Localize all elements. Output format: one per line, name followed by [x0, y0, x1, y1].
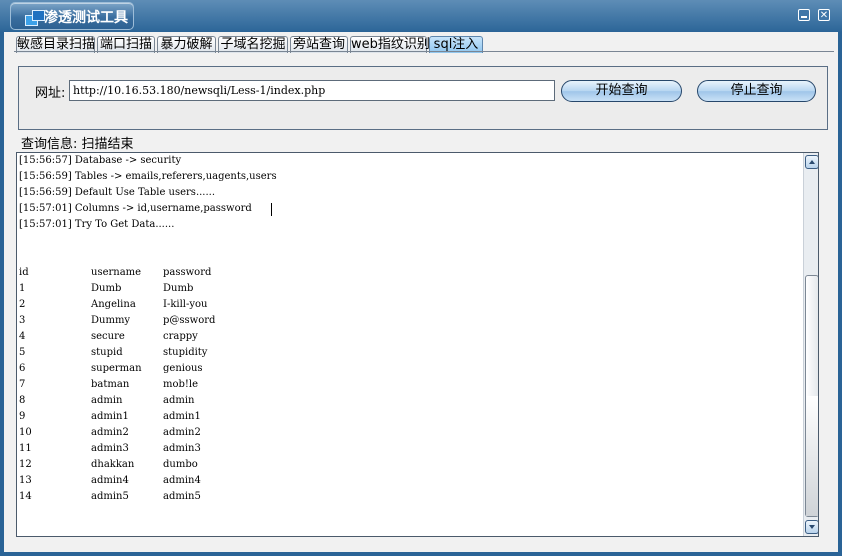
cell-id: 8: [19, 395, 26, 406]
cell-username: Dumb: [91, 283, 122, 294]
cell-username: secure: [91, 331, 125, 342]
url-panel: 网址: http://10.16.53.180/newsqli/Less-1/i…: [18, 66, 828, 130]
cell-username: admin1: [91, 411, 129, 422]
stop-query-button[interactable]: 停止查询: [697, 80, 816, 102]
cell-password: admin4: [163, 475, 201, 486]
cell-password: crappy: [163, 331, 198, 342]
log-line: [15:56:59] Tables -> emails,referers,uag…: [19, 171, 277, 182]
cell-password: dumbo: [163, 459, 198, 470]
cell-username: admin3: [91, 443, 129, 454]
cell-password: genious: [163, 363, 203, 374]
cell-id: 14: [19, 491, 32, 502]
cell-password: admin3: [163, 443, 201, 454]
cell-username: admin5: [91, 491, 129, 502]
chevron-down-icon[interactable]: [805, 520, 818, 534]
cell-password: admin1: [163, 411, 201, 422]
chevron-up-icon[interactable]: [805, 155, 818, 169]
cell-username: batman: [91, 379, 130, 390]
text-caret: [271, 203, 272, 216]
log-line: [15:57:01] Try To Get Data......: [19, 219, 175, 230]
status-label: 查询信息:: [21, 137, 78, 152]
url-label: 网址:: [35, 86, 66, 101]
status-line: 查询信息: 扫描结束: [21, 133, 134, 152]
cell-username: admin4: [91, 475, 129, 486]
header-id: id: [19, 267, 29, 278]
cell-id: 2: [19, 299, 26, 310]
cell-username: Dummy: [91, 315, 131, 326]
cell-password: stupidity: [163, 347, 208, 358]
url-input[interactable]: http://10.16.53.180/newsqli/Less-1/index…: [69, 80, 555, 101]
cell-username: Angelina: [91, 299, 136, 310]
minimize-icon[interactable]: [798, 9, 810, 21]
cell-id: 7: [19, 379, 26, 390]
tab-divider: [14, 51, 834, 52]
cell-password: mob!le: [163, 379, 199, 390]
cell-id: 13: [19, 475, 32, 486]
start-query-button[interactable]: 开始查询: [561, 80, 682, 102]
cell-username: admin2: [91, 427, 129, 438]
cell-username: stupid: [91, 347, 123, 358]
cell-id: 12: [19, 459, 32, 470]
app-window-icon: [25, 9, 45, 26]
window-title: 渗透测试工具: [44, 10, 128, 26]
close-icon[interactable]: ✕: [818, 9, 830, 21]
cell-password: I-kill-you: [163, 299, 208, 310]
cell-id: 6: [19, 363, 26, 374]
log-line: [15:56:59] Default Use Table users......: [19, 187, 216, 198]
cell-id: 11: [19, 443, 32, 454]
header-password: password: [163, 267, 212, 278]
cell-id: 3: [19, 315, 26, 326]
cell-password: p@ssword: [163, 315, 216, 326]
client-area: 敏感目录扫描 端口扫描 暴力破解 子域名挖掘 旁站查询 web指纹识别 sql注…: [4, 32, 838, 552]
cell-username: admin: [91, 395, 123, 406]
cell-password: admin5: [163, 491, 201, 502]
cell-id: 10: [19, 427, 32, 438]
log-line: [15:57:01] Columns -> id,username,passwo…: [19, 203, 252, 214]
cell-id: 4: [19, 331, 26, 342]
cell-id: 5: [19, 347, 26, 358]
cell-password: Dumb: [163, 283, 194, 294]
header-username: username: [91, 267, 142, 278]
vertical-scrollbar[interactable]: [803, 153, 818, 536]
app-window: 渗透测试工具 ✕ 敏感目录扫描 端口扫描 暴力破解 子域名挖掘 旁站查询 web…: [0, 0, 842, 556]
cell-password: admin: [163, 395, 195, 406]
title-pill: 渗透测试工具: [10, 2, 134, 30]
title-bar[interactable]: 渗透测试工具 ✕: [0, 0, 842, 32]
cell-username: superman: [91, 363, 142, 374]
cell-id: 9: [19, 411, 26, 422]
scrollbar-thumb[interactable]: [805, 275, 818, 517]
cell-id: 1: [19, 283, 26, 294]
cell-password: admin2: [163, 427, 201, 438]
log-line: [15:56:57] Database -> security: [19, 155, 182, 166]
cell-username: dhakkan: [91, 459, 135, 470]
status-value: 扫描结束: [81, 137, 134, 152]
result-log[interactable]: [15:56:57] Database -> security [15:56:5…: [16, 152, 819, 537]
